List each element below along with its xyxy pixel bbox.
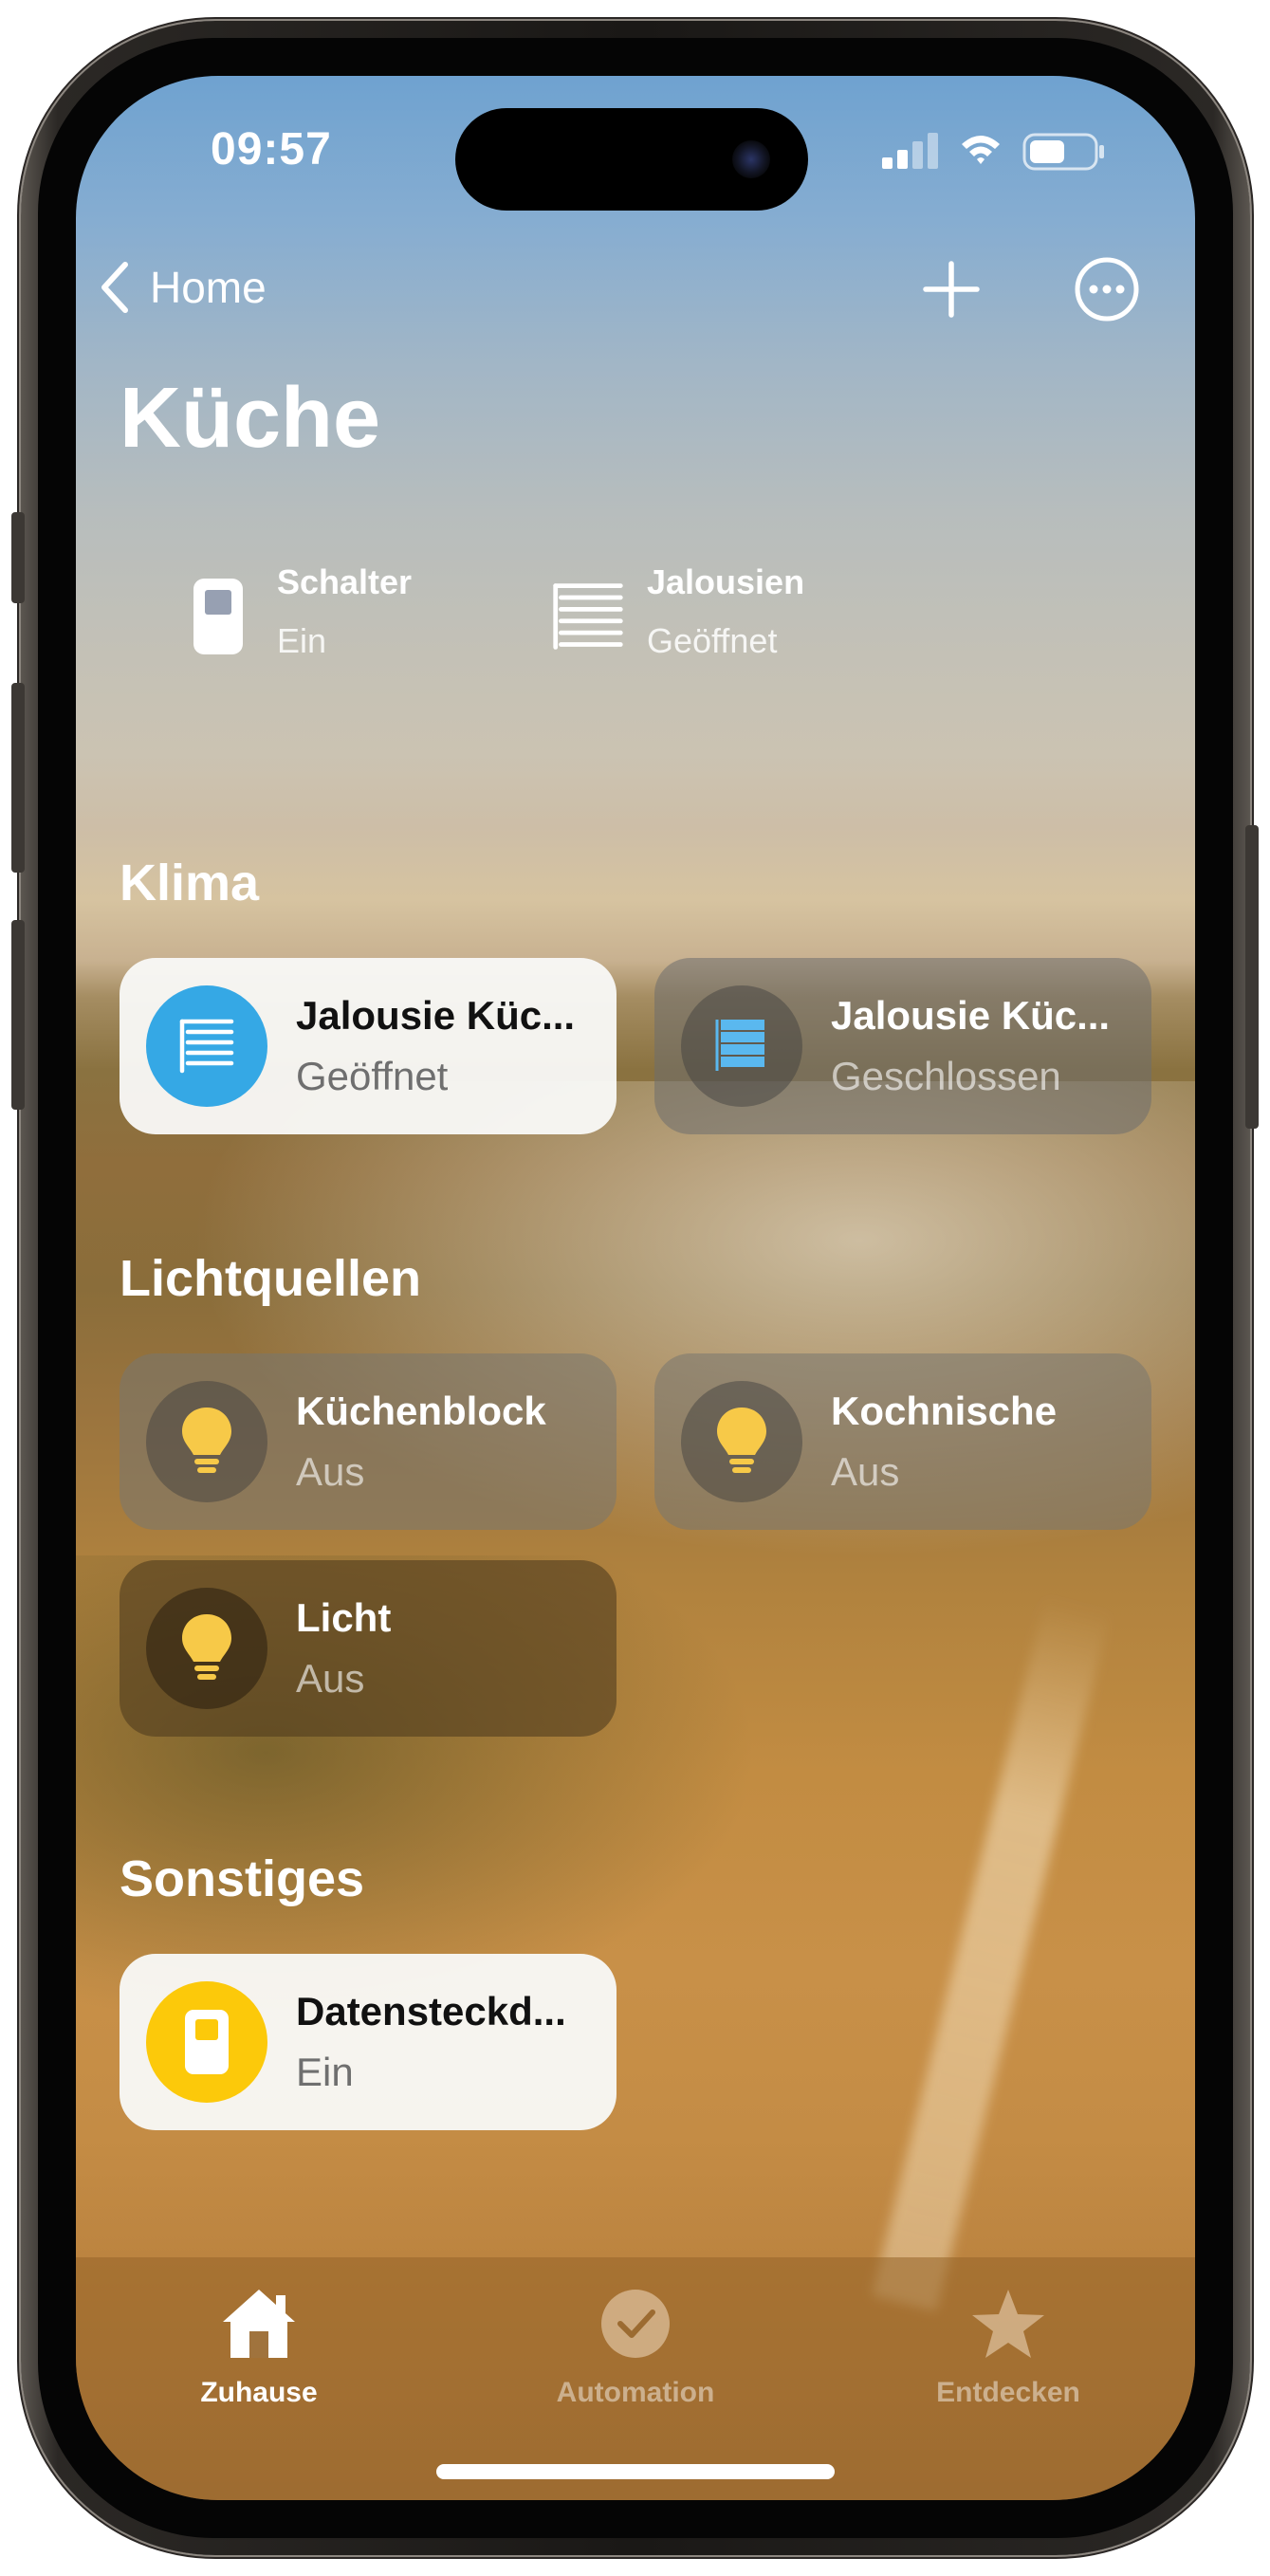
- tab-label: Entdecken: [936, 2377, 1080, 2408]
- page-title: Küche: [120, 371, 381, 466]
- blinds-icon: [146, 985, 267, 1107]
- volume-up-button: [11, 683, 25, 873]
- summary-blinds[interactable]: Jalousien Geöffnet: [550, 560, 804, 664]
- blinds-icon: [550, 560, 626, 656]
- tile-title: Datensteckd...: [296, 1989, 566, 2033]
- tile-title: Jalousie Küc...: [831, 993, 1111, 1038]
- tab-label: Zuhause: [200, 2377, 318, 2408]
- plus-icon: [923, 261, 980, 318]
- tile-status: Geschlossen: [831, 1054, 1061, 1098]
- summary-switch[interactable]: Schalter Ein: [180, 560, 412, 664]
- tile-kuechenblock[interactable]: Küchenblock Aus: [120, 1353, 617, 1530]
- tab-entdecken[interactable]: Entdecken: [885, 2276, 1132, 2409]
- ellipsis-circle-icon: [1075, 257, 1139, 322]
- blinds-closed-icon: [681, 985, 802, 1107]
- volume-down-button: [11, 920, 25, 1110]
- tile-status: Geöffnet: [296, 1054, 449, 1098]
- tile-status: Aus: [296, 1656, 365, 1701]
- summary-title: Jalousien: [647, 562, 805, 601]
- back-button[interactable]: Home: [99, 254, 267, 321]
- more-button[interactable]: [1074, 256, 1140, 322]
- tile-jalousie-closed[interactable]: Jalousie Küc... Geschlossen: [654, 958, 1151, 1134]
- clock-check-icon: [512, 2276, 759, 2362]
- section-heading-klima: Klima: [120, 855, 260, 911]
- wifi-icon: [962, 136, 1000, 164]
- chevron-left-icon: [101, 262, 128, 313]
- tile-title: Küchenblock: [296, 1389, 546, 1433]
- summary-title: Schalter: [277, 562, 413, 601]
- screen: 09:57 Home Küche Schalter Ein Jalousien …: [76, 76, 1195, 2500]
- lightbulb-icon: [146, 1381, 267, 1502]
- lightbulb-icon: [681, 1381, 802, 1502]
- star-icon: [885, 2276, 1132, 2362]
- camera-icon: [732, 140, 770, 178]
- home-indicator[interactable]: [436, 2464, 835, 2479]
- status-icons: [882, 131, 1110, 171]
- tile-kochnische[interactable]: Kochnische Aus: [654, 1353, 1151, 1530]
- house-icon: [136, 2276, 382, 2362]
- tile-title: Licht: [296, 1595, 392, 1640]
- switch-icon: [180, 560, 256, 656]
- tile-datensteckdose[interactable]: Datensteckd... Ein: [120, 1954, 617, 2130]
- section-heading-sonstiges: Sonstiges: [120, 1850, 365, 1907]
- section-heading-lichtquellen: Lichtquellen: [120, 1250, 422, 1307]
- summary-status: Geöffnet: [647, 621, 778, 660]
- tile-title: Kochnische: [831, 1389, 1058, 1433]
- tab-automation[interactable]: Automation: [512, 2276, 759, 2409]
- status-time: 09:57: [211, 124, 332, 175]
- background-haze: [76, 1081, 1195, 1612]
- add-button[interactable]: [918, 256, 985, 322]
- power-button: [1245, 825, 1259, 1129]
- action-button: [11, 512, 25, 603]
- tile-jalousie-open[interactable]: Jalousie Küc... Geöffnet: [120, 958, 617, 1134]
- tile-status: Aus: [296, 1449, 365, 1494]
- tile-title: Jalousie Küc...: [296, 993, 576, 1038]
- tab-zuhause[interactable]: Zuhause: [136, 2276, 382, 2409]
- tab-label: Automation: [556, 2377, 715, 2408]
- cellular-signal-icon: [882, 133, 938, 169]
- background-streak: [872, 1595, 1111, 2312]
- back-label: Home: [150, 263, 267, 312]
- summary-status: Ein: [277, 621, 327, 660]
- tile-status: Ein: [296, 2050, 354, 2094]
- battery-icon: [1022, 133, 1104, 171]
- switch-icon: [146, 1981, 267, 2103]
- lightbulb-icon: [146, 1588, 267, 1709]
- tile-licht[interactable]: Licht Aus: [120, 1560, 617, 1737]
- dynamic-island: [455, 108, 808, 211]
- tile-status: Aus: [831, 1449, 900, 1494]
